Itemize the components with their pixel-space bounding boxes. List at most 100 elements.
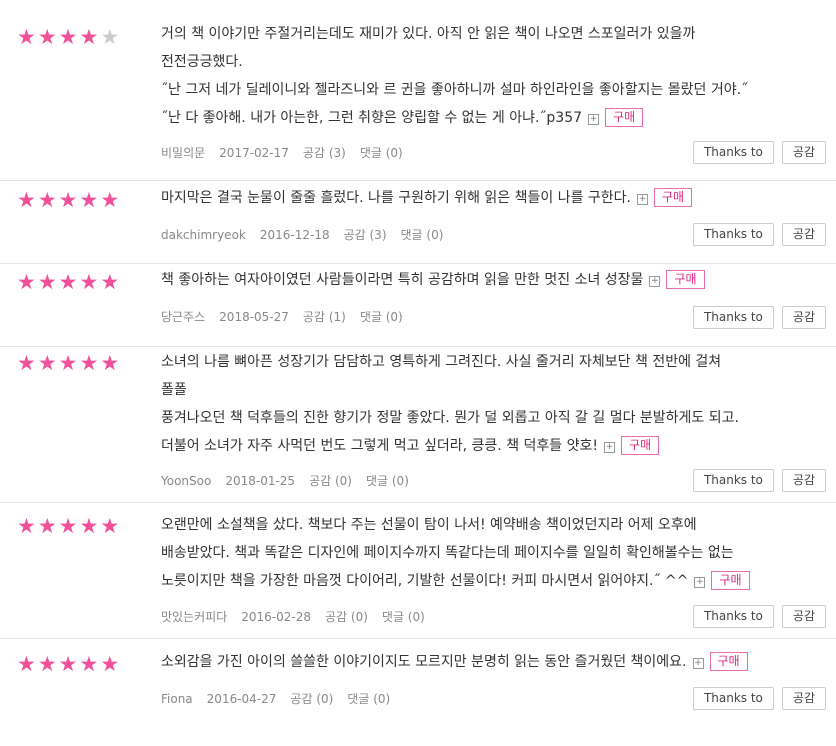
star-filled-icon: ★ xyxy=(37,270,57,294)
comment-count[interactable]: 댓글 (0) xyxy=(366,474,409,488)
star-empty-icon: ★ xyxy=(100,25,120,49)
thanks-to-button[interactable]: Thanks to xyxy=(692,141,774,164)
star-filled-icon: ★ xyxy=(58,351,78,375)
review-text-line: 전전긍긍했다. xyxy=(161,48,826,76)
thanks-to-button[interactable]: Thanks to xyxy=(692,687,774,710)
buy-badge[interactable]: 구매 xyxy=(666,270,705,289)
review-text: 책 좋아하는 여자아이였던 사람들이라면 특히 공감하며 읽을 만한 멋진 소녀… xyxy=(161,266,826,294)
buy-badge[interactable]: 구매 xyxy=(654,188,693,207)
review-text-content: ˝난 그저 네가 딜레이니와 젤라즈니와 르 귄을 좋아하니까 설마 하인라인을… xyxy=(161,82,749,98)
star-filled-icon: ★ xyxy=(37,652,57,676)
expand-icon[interactable]: + xyxy=(692,658,704,669)
empathy-button[interactable]: 공감 xyxy=(781,223,826,246)
review-date: 2017-02-17 xyxy=(219,146,289,160)
reviewer-name[interactable]: Fiona xyxy=(161,692,193,706)
review-item: ★ ★ ★ ★ ★ 소녀의 나름 뼈아픈 성장기가 담담하고 영특하게 그려진다. 사실 … xyxy=(0,347,836,503)
reviewer-name[interactable]: 맛있는커피다 xyxy=(161,610,227,624)
star-filled-icon: ★ xyxy=(17,25,36,49)
review-meta: YoonSoo 2018-01-25 공감 (0) 댓글 (0) xyxy=(161,472,423,490)
review-text-line: 소외감을 가진 아이의 쓸쓸한 이야기이지도 모르지만 분명히 읽는 동안 즐거… xyxy=(161,648,826,676)
review-actions: Thanks to 공감 xyxy=(692,687,826,710)
review-actions: Thanks to 공감 xyxy=(692,223,826,246)
star-filled-icon: ★ xyxy=(17,514,36,538)
reviewer-name[interactable]: YoonSoo xyxy=(161,474,211,488)
review-item: ★ ★ ★ ★ ★ 마지막은 결국 눈물이 줄줄 흘렀다. 나를 구원하기 위해 읽은 책… xyxy=(0,181,836,264)
empathy-button[interactable]: 공감 xyxy=(781,469,826,492)
review-date: 2016-12-18 xyxy=(259,228,330,242)
review-text-line: ˝난 그저 네가 딜레이니와 젤라즈니와 르 귄을 좋아하니까 설마 하인라인을… xyxy=(161,76,826,104)
review-date: 2018-05-27 xyxy=(219,310,289,324)
review-actions: Thanks to 공감 xyxy=(692,306,826,329)
expand-icon[interactable]: + xyxy=(637,194,649,205)
comment-count[interactable]: 댓글 (0) xyxy=(347,692,390,706)
empathy-button[interactable]: 공감 xyxy=(781,687,826,710)
review-text: 오랜만에 소설책을 샀다. 책보다 주는 선물이 탐이 나서! 예약배송 책이었… xyxy=(161,511,826,595)
review-text-content: 배송받았다. 책과 똑같은 디자인에 페이지수까지 똑같다는데 페이지수를 일일… xyxy=(161,545,734,561)
star-rating: ★ ★ ★ ★ ★ xyxy=(17,271,119,293)
review-text-line: 마지막은 결국 눈물이 줄줄 흘렀다. 나를 구원하기 위해 읽은 책들이 나를… xyxy=(161,184,826,212)
star-filled-icon: ★ xyxy=(17,188,36,212)
comment-count[interactable]: 댓글 (0) xyxy=(360,146,403,160)
buy-badge[interactable]: 구매 xyxy=(711,571,750,590)
expand-icon[interactable]: + xyxy=(649,276,661,287)
like-count: 공감 (1) xyxy=(302,310,346,324)
comment-count[interactable]: 댓글 (0) xyxy=(360,310,403,324)
review-text-line: ˝난 다 좋아해. 내가 아는한, 그런 취향은 양립할 수 없는 게 아냐.˝… xyxy=(161,104,826,132)
like-count: 공감 (0) xyxy=(325,610,368,624)
comment-count[interactable]: 댓글 (0) xyxy=(382,610,425,624)
review-actions: Thanks to 공감 xyxy=(692,141,826,164)
expand-icon[interactable]: + xyxy=(588,114,600,125)
reviewer-name[interactable]: dakchimryeok xyxy=(161,228,246,242)
review-text-content: 소외감을 가진 아이의 쓸쓸한 이야기이지도 모르지만 분명히 읽는 동안 즐거… xyxy=(161,654,687,670)
thanks-to-button[interactable]: Thanks to xyxy=(692,223,774,246)
buy-badge[interactable]: 구매 xyxy=(605,108,644,127)
empathy-button[interactable]: 공감 xyxy=(781,306,826,329)
review-actions: Thanks to 공감 xyxy=(692,469,826,492)
star-filled-icon: ★ xyxy=(58,514,78,538)
review-text-content: 오랜만에 소설책을 샀다. 책보다 주는 선물이 탐이 나서! 예약배송 책이었… xyxy=(161,517,697,533)
review-text-content: 폴폴 xyxy=(161,382,187,398)
expand-icon[interactable]: + xyxy=(603,442,615,453)
star-filled-icon: ★ xyxy=(79,652,99,676)
review-actions: Thanks to 공감 xyxy=(692,605,826,628)
star-filled-icon: ★ xyxy=(100,270,120,294)
reviewer-name[interactable]: 비밀의문 xyxy=(161,146,205,160)
star-filled-icon: ★ xyxy=(100,188,120,212)
review-text: 소외감을 가진 아이의 쓸쓸한 이야기이지도 모르지만 분명히 읽는 동안 즐거… xyxy=(161,648,826,676)
review-date: 2016-02-28 xyxy=(241,610,311,624)
thanks-to-button[interactable]: Thanks to xyxy=(692,306,774,329)
review-item: ★ ★ ★ ★ ★ 오랜만에 소설책을 샀다. 책보다 주는 선물이 탐이 나서! 예약배… xyxy=(0,503,836,639)
review-text-line: 소녀의 나름 뼈아픈 성장기가 담담하고 영특하게 그려진다. 사실 줄거리 자… xyxy=(161,348,826,376)
review-meta: 맛있는커피다 2016-02-28 공감 (0) 댓글 (0) xyxy=(161,608,439,626)
review-text-content: 책 좋아하는 여자아이였던 사람들이라면 특히 공감하며 읽을 만한 멋진 소녀… xyxy=(161,272,644,288)
star-filled-icon: ★ xyxy=(58,25,78,49)
thanks-to-button[interactable]: Thanks to xyxy=(692,469,774,492)
star-filled-icon: ★ xyxy=(58,652,78,676)
thanks-to-button[interactable]: Thanks to xyxy=(692,605,774,628)
review-text-line: 책 좋아하는 여자아이였던 사람들이라면 특히 공감하며 읽을 만한 멋진 소녀… xyxy=(161,266,826,294)
reviewer-name[interactable]: 당근주스 xyxy=(161,310,205,324)
expand-icon[interactable]: + xyxy=(694,577,706,588)
review-text-content: 거의 책 이야기만 주절거리는데도 재미가 있다. 아직 안 읽은 책이 나오면… xyxy=(161,26,696,42)
buy-badge[interactable]: 구매 xyxy=(709,652,748,671)
review-date: 2018-01-25 xyxy=(225,474,296,488)
star-filled-icon: ★ xyxy=(79,270,99,294)
star-filled-icon: ★ xyxy=(100,514,120,538)
review-text-line: 거의 책 이야기만 주절거리는데도 재미가 있다. 아직 안 읽은 책이 나오면… xyxy=(161,20,826,48)
review-text-content: 노릇이지만 책을 가장한 마음껏 다이어리, 기발한 선물이다! 커피 마시면서… xyxy=(161,573,689,589)
star-filled-icon: ★ xyxy=(58,270,78,294)
review-text-content: ˝난 다 좋아해. 내가 아는한, 그런 취향은 양립할 수 없는 게 아냐.˝… xyxy=(161,110,583,126)
review-text-content: 전전긍긍했다. xyxy=(161,54,243,70)
comment-count[interactable]: 댓글 (0) xyxy=(401,228,444,242)
empathy-button[interactable]: 공감 xyxy=(781,141,826,164)
star-rating: ★ ★ ★ ★ ★ xyxy=(17,26,119,48)
review-item: ★ ★ ★ ★ ★ 책 좋아하는 여자아이였던 사람들이라면 특히 공감하며 읽을 만한 … xyxy=(0,264,836,347)
buy-badge[interactable]: 구매 xyxy=(620,436,660,455)
star-filled-icon: ★ xyxy=(17,351,36,375)
star-rating: ★ ★ ★ ★ ★ xyxy=(17,653,119,675)
empathy-button[interactable]: 공감 xyxy=(781,605,826,628)
like-count: 공감 (0) xyxy=(309,474,352,488)
review-meta: 당근주스 2018-05-27 공감 (1) 댓글 (0) xyxy=(161,308,417,326)
star-filled-icon: ★ xyxy=(79,25,99,49)
review-date: 2016-04-27 xyxy=(206,692,277,706)
